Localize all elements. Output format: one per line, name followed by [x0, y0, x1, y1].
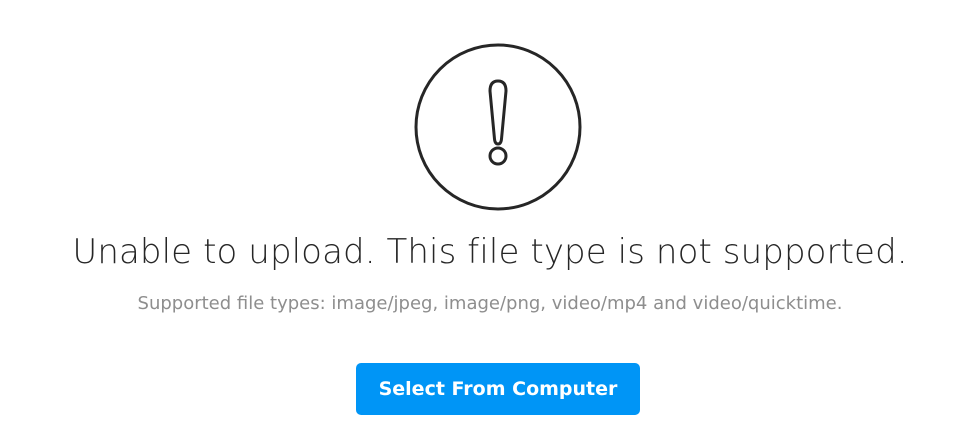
- exclamation-circle-icon: [414, 43, 582, 211]
- error-title: Unable to upload. This file type is not …: [72, 232, 908, 272]
- supported-types-text: Supported file types: image/jpeg, image/…: [137, 293, 843, 314]
- select-from-computer-button[interactable]: Select From Computer: [356, 363, 640, 415]
- upload-error-panel: Unable to upload. This file type is not …: [0, 0, 980, 438]
